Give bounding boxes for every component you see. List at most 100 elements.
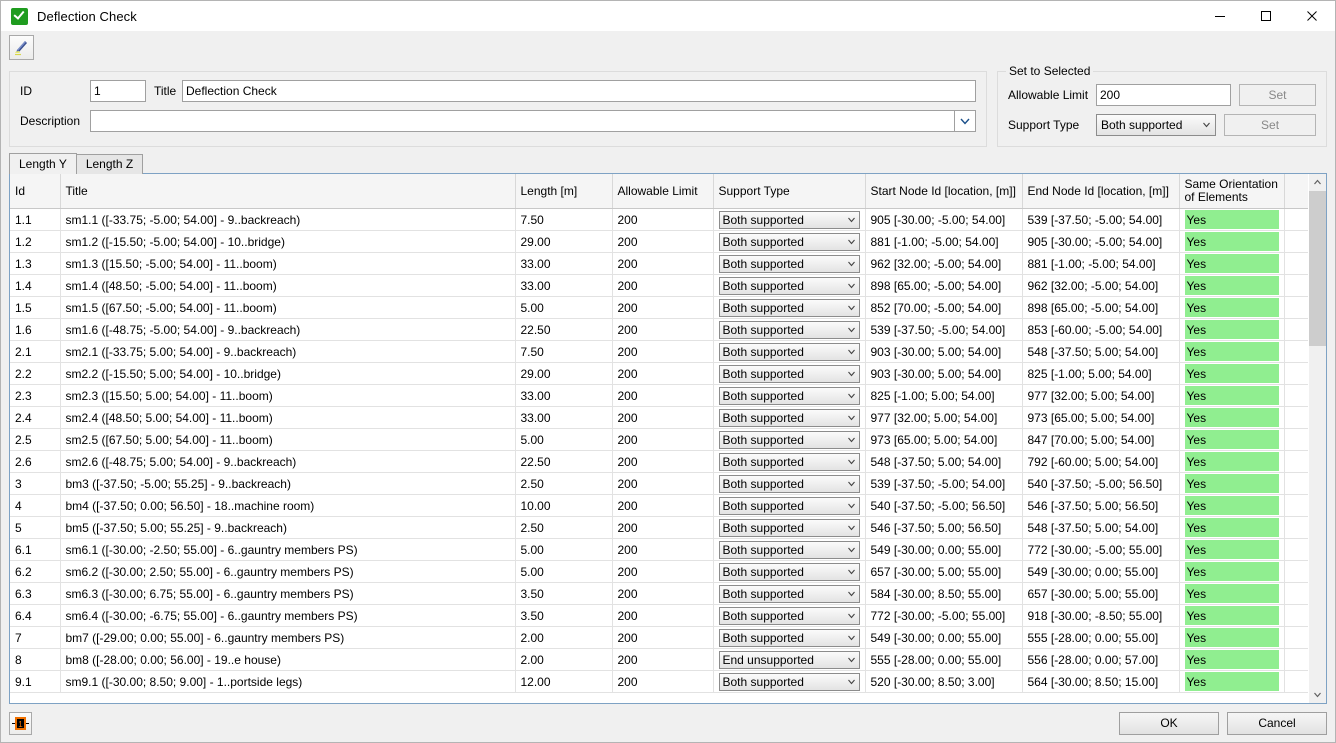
grid-vertical-scrollbar[interactable] <box>1308 174 1326 703</box>
cell-allowable-limit[interactable]: 200 <box>612 671 713 693</box>
support-type-select[interactable]: Both supported <box>719 321 860 339</box>
support-type-select[interactable]: Both supported <box>719 629 860 647</box>
support-type-select[interactable]: End unsupported <box>719 651 860 669</box>
table-row[interactable]: 1.1sm1.1 ([-33.75; -5.00; 54.00] - 9..ba… <box>10 209 1308 231</box>
cell-support-type[interactable]: Both supported <box>713 407 865 429</box>
title-input[interactable] <box>182 80 976 102</box>
cell-allowable-limit[interactable]: 200 <box>612 253 713 275</box>
table-row[interactable]: 8bm8 ([-28.00; 0.00; 56.00] - 19..e hous… <box>10 649 1308 671</box>
column-header-length[interactable]: Length [m] <box>515 174 612 209</box>
cell-allowable-limit[interactable]: 200 <box>612 385 713 407</box>
allowable-limit-input[interactable] <box>1096 84 1231 106</box>
table-row[interactable]: 6.2sm6.2 ([-30.00; 2.50; 55.00] - 6..gau… <box>10 561 1308 583</box>
cell-support-type[interactable]: Both supported <box>713 561 865 583</box>
cell-support-type[interactable]: Both supported <box>713 605 865 627</box>
support-type-select[interactable]: Both supported <box>719 585 860 603</box>
table-row[interactable]: 1.3sm1.3 ([15.50; -5.00; 54.00] - 11..bo… <box>10 253 1308 275</box>
cell-allowable-limit[interactable]: 200 <box>612 363 713 385</box>
support-type-select[interactable]: Both supported <box>719 211 860 229</box>
cancel-button[interactable]: Cancel <box>1227 712 1327 735</box>
cell-support-type[interactable]: Both supported <box>713 671 865 693</box>
table-row[interactable]: 1.2sm1.2 ([-15.50; -5.00; 54.00] - 10..b… <box>10 231 1308 253</box>
support-type-select[interactable]: Both supported <box>719 541 860 559</box>
cell-allowable-limit[interactable]: 200 <box>612 429 713 451</box>
description-input[interactable] <box>90 110 954 132</box>
cell-support-type[interactable]: Both supported <box>713 495 865 517</box>
table-row[interactable]: 1.4sm1.4 ([48.50; -5.00; 54.00] - 11..bo… <box>10 275 1308 297</box>
table-row[interactable]: 2.4sm2.4 ([48.50; 5.00; 54.00] - 11..boo… <box>10 407 1308 429</box>
column-header-title[interactable]: Title <box>60 174 515 209</box>
allowable-limit-set-button[interactable]: Set <box>1239 84 1316 106</box>
cell-allowable-limit[interactable]: 200 <box>612 583 713 605</box>
cell-support-type[interactable]: Both supported <box>713 451 865 473</box>
scroll-up-icon[interactable] <box>1309 174 1326 191</box>
support-type-set-button[interactable]: Set <box>1224 114 1316 136</box>
table-row[interactable]: 6.1sm6.1 ([-30.00; -2.50; 55.00] - 6..ga… <box>10 539 1308 561</box>
pen-highlighter-icon[interactable] <box>9 35 34 60</box>
column-header-same-orientation[interactable]: Same Orientation of Elements <box>1179 174 1284 209</box>
table-row[interactable]: 7bm7 ([-29.00; 0.00; 55.00] - 6..gauntry… <box>10 627 1308 649</box>
support-type-select[interactable]: Both supported <box>719 453 860 471</box>
support-type-select[interactable]: Both supported <box>719 497 860 515</box>
column-header-id[interactable]: Id <box>10 174 60 209</box>
cell-support-type[interactable]: Both supported <box>713 473 865 495</box>
cell-allowable-limit[interactable]: 200 <box>612 451 713 473</box>
maximize-icon[interactable] <box>1243 1 1289 31</box>
cell-allowable-limit[interactable]: 200 <box>612 209 713 231</box>
cell-support-type[interactable]: Both supported <box>713 319 865 341</box>
support-type-select[interactable]: Both supported <box>719 607 860 625</box>
cell-support-type[interactable]: Both supported <box>713 341 865 363</box>
description-combobox[interactable] <box>90 110 976 132</box>
column-header-allowable-limit[interactable]: Allowable Limit <box>612 174 713 209</box>
cell-support-type[interactable]: Both supported <box>713 627 865 649</box>
cell-allowable-limit[interactable]: 200 <box>612 517 713 539</box>
beam-element-icon[interactable]: 1 <box>9 712 32 735</box>
support-type-select[interactable]: Both supported <box>719 343 860 361</box>
cell-allowable-limit[interactable]: 200 <box>612 627 713 649</box>
column-header-support-type[interactable]: Support Type <box>713 174 865 209</box>
table-row[interactable]: 9.1sm9.1 ([-30.00; 8.50; 9.00] - 1..port… <box>10 671 1308 693</box>
table-row[interactable]: 6.3sm6.3 ([-30.00; 6.75; 55.00] - 6..gau… <box>10 583 1308 605</box>
cell-allowable-limit[interactable]: 200 <box>612 231 713 253</box>
support-type-select[interactable]: Both supported <box>719 255 860 273</box>
cell-support-type[interactable]: End unsupported <box>713 649 865 671</box>
support-type-select[interactable]: Both supported <box>719 277 860 295</box>
support-type-select[interactable]: Both supported <box>719 563 860 581</box>
column-header-start-node[interactable]: Start Node Id [location, [m]] <box>865 174 1022 209</box>
support-type-select[interactable]: Both supported <box>719 387 860 405</box>
support-type-select[interactable]: Both supported <box>719 673 860 691</box>
minimize-icon[interactable] <box>1197 1 1243 31</box>
table-row[interactable]: 6.4sm6.4 ([-30.00; -6.75; 55.00] - 6..ga… <box>10 605 1308 627</box>
cell-allowable-limit[interactable]: 200 <box>612 561 713 583</box>
table-row[interactable]: 3bm3 ([-37.50; -5.00; 55.25] - 9..backre… <box>10 473 1308 495</box>
table-row[interactable]: 4bm4 ([-37.50; 0.00; 56.50] - 18..machin… <box>10 495 1308 517</box>
cell-allowable-limit[interactable]: 200 <box>612 407 713 429</box>
cell-allowable-limit[interactable]: 200 <box>612 539 713 561</box>
table-row[interactable]: 1.5sm1.5 ([67.50; -5.00; 54.00] - 11..bo… <box>10 297 1308 319</box>
cell-allowable-limit[interactable]: 200 <box>612 341 713 363</box>
cell-support-type[interactable]: Both supported <box>713 209 865 231</box>
close-icon[interactable] <box>1289 1 1335 31</box>
table-row[interactable]: 2.2sm2.2 ([-15.50; 5.00; 54.00] - 10..br… <box>10 363 1308 385</box>
table-row[interactable]: 2.5sm2.5 ([67.50; 5.00; 54.00] - 11..boo… <box>10 429 1308 451</box>
tab-length-y[interactable]: Length Y <box>9 153 77 174</box>
cell-support-type[interactable]: Both supported <box>713 231 865 253</box>
scrollbar-thumb[interactable] <box>1309 191 1326 346</box>
cell-allowable-limit[interactable]: 200 <box>612 605 713 627</box>
table-row[interactable]: 1.6sm1.6 ([-48.75; -5.00; 54.00] - 9..ba… <box>10 319 1308 341</box>
support-type-select[interactable]: Both supported <box>1096 114 1216 136</box>
table-row[interactable]: 5bm5 ([-37.50; 5.00; 55.25] - 9..backrea… <box>10 517 1308 539</box>
support-type-select[interactable]: Both supported <box>719 519 860 537</box>
support-type-select[interactable]: Both supported <box>719 431 860 449</box>
scrollbar-track[interactable] <box>1309 191 1326 686</box>
support-type-select[interactable]: Both supported <box>719 475 860 493</box>
ok-button[interactable]: OK <box>1119 712 1219 735</box>
table-row[interactable]: 2.1sm2.1 ([-33.75; 5.00; 54.00] - 9..bac… <box>10 341 1308 363</box>
table-row[interactable]: 2.6sm2.6 ([-48.75; 5.00; 54.00] - 9..bac… <box>10 451 1308 473</box>
cell-support-type[interactable]: Both supported <box>713 363 865 385</box>
cell-support-type[interactable]: Both supported <box>713 429 865 451</box>
support-type-select[interactable]: Both supported <box>719 299 860 317</box>
chevron-down-icon[interactable] <box>954 110 976 132</box>
cell-support-type[interactable]: Both supported <box>713 253 865 275</box>
cell-allowable-limit[interactable]: 200 <box>612 649 713 671</box>
